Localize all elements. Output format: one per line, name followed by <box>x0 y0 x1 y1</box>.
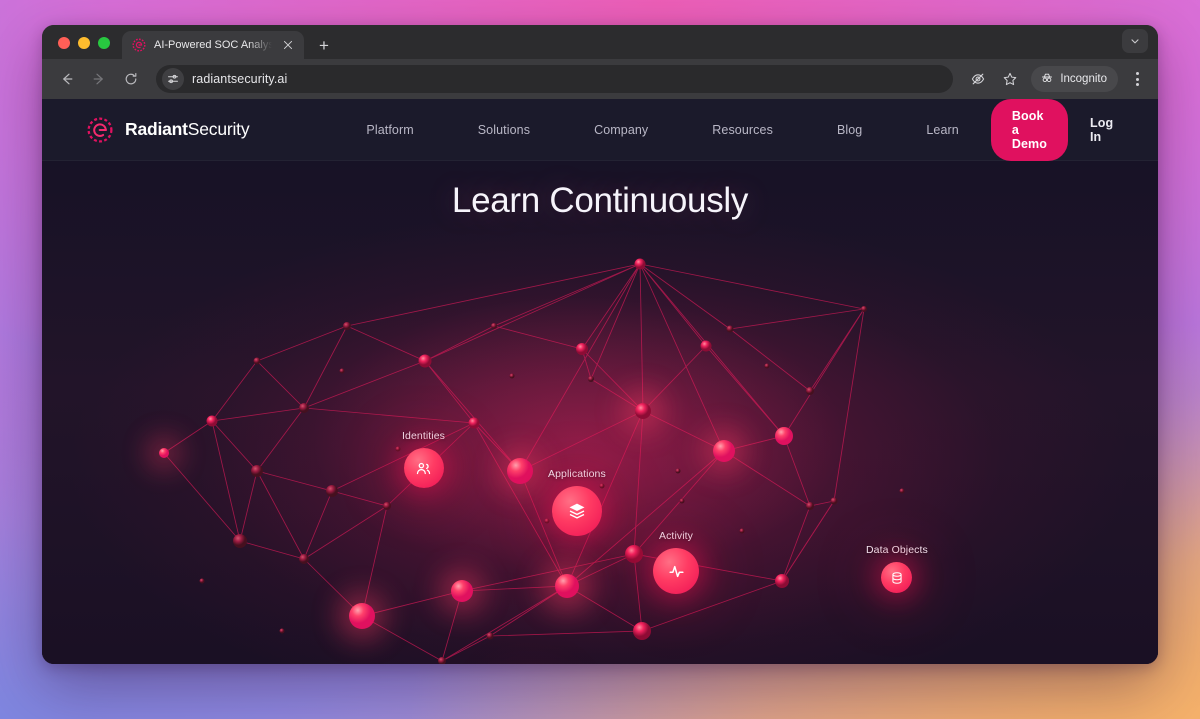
brand-name: RadiantSecurity <box>125 119 250 140</box>
close-window-button[interactable] <box>58 37 70 49</box>
browser-tab[interactable]: AI-Powered SOC Analyst | Ra <box>122 31 304 59</box>
close-icon[interactable] <box>280 37 296 53</box>
book-a-demo-button[interactable]: Book a Demo <box>990 99 1068 161</box>
graph-node-data-objects[interactable]: Data Objects <box>866 544 928 593</box>
nav-item-company[interactable]: Company <box>562 123 680 137</box>
nav-item-blog[interactable]: Blog <box>805 123 894 137</box>
database-icon <box>881 562 913 593</box>
new-tab-button[interactable]: + <box>310 31 338 59</box>
brand-name-bold: Radiant <box>125 119 188 139</box>
graph-node-label: Applications <box>548 468 606 480</box>
browser-toolbar: radiantsecurity.ai Incognito <box>42 59 1158 99</box>
web-page: RadiantSecurity Platform Solutions Compa… <box>42 99 1158 664</box>
header-actions: Book a Demo Log In <box>990 99 1129 161</box>
nav-item-platform[interactable]: Platform <box>334 123 445 137</box>
forward-arrow-icon[interactable] <box>86 66 112 92</box>
brand-logo-link[interactable]: RadiantSecurity <box>86 116 250 144</box>
pulse-icon <box>653 548 699 594</box>
network-graph-svg <box>148 258 905 664</box>
browser-window: AI-Powered SOC Analyst | Ra + <box>42 25 1158 664</box>
graph-node-activity[interactable]: Activity <box>653 530 699 594</box>
tab-strip: AI-Powered SOC Analyst | Ra + <box>42 25 1158 59</box>
log-in-button[interactable]: Log In <box>1074 106 1129 154</box>
incognito-hat-icon <box>1040 71 1054 88</box>
chevron-down-icon[interactable] <box>1122 29 1148 53</box>
radiant-logo-icon <box>132 38 146 52</box>
page-title: Learn Continuously <box>451 181 749 220</box>
maximize-window-button[interactable] <box>98 37 110 49</box>
kebab-menu-icon[interactable] <box>1126 72 1148 86</box>
graph-node-label: Data Objects <box>866 544 928 556</box>
graph-node-label: Activity <box>658 530 694 542</box>
window-traffic-lights <box>42 37 122 59</box>
radiant-circular-logo-icon <box>86 116 114 144</box>
url-text[interactable]: radiantsecurity.ai <box>192 72 287 86</box>
graph-node-applications[interactable]: Applications <box>548 468 606 536</box>
minimize-window-button[interactable] <box>78 37 90 49</box>
incognito-label: Incognito <box>1060 73 1107 85</box>
star-icon[interactable] <box>997 66 1023 92</box>
hero-section: Learn Continuously Identities Applicatio… <box>42 161 1158 664</box>
graph-node-label: Identities <box>402 430 446 442</box>
reload-icon[interactable] <box>118 66 144 92</box>
address-bar[interactable]: radiantsecurity.ai <box>156 65 954 93</box>
nav-item-resources[interactable]: Resources <box>680 123 805 137</box>
eye-slash-icon[interactable] <box>965 66 991 92</box>
site-header: RadiantSecurity Platform Solutions Compa… <box>42 99 1158 161</box>
nav-item-learn[interactable]: Learn <box>894 123 990 137</box>
back-arrow-icon[interactable] <box>54 66 80 92</box>
tab-title: AI-Powered SOC Analyst | Ra <box>154 39 272 51</box>
network-graph <box>42 161 1158 664</box>
graph-node-identities[interactable]: Identities <box>402 430 445 488</box>
layers-icon <box>551 486 602 536</box>
users-icon <box>403 448 444 488</box>
incognito-indicator[interactable]: Incognito <box>1031 66 1118 92</box>
main-nav: Platform Solutions Company Resources Blo… <box>334 123 990 137</box>
brand-name-light: Security <box>187 119 250 139</box>
nav-item-solutions[interactable]: Solutions <box>446 123 562 137</box>
tune-icon[interactable] <box>162 68 184 90</box>
